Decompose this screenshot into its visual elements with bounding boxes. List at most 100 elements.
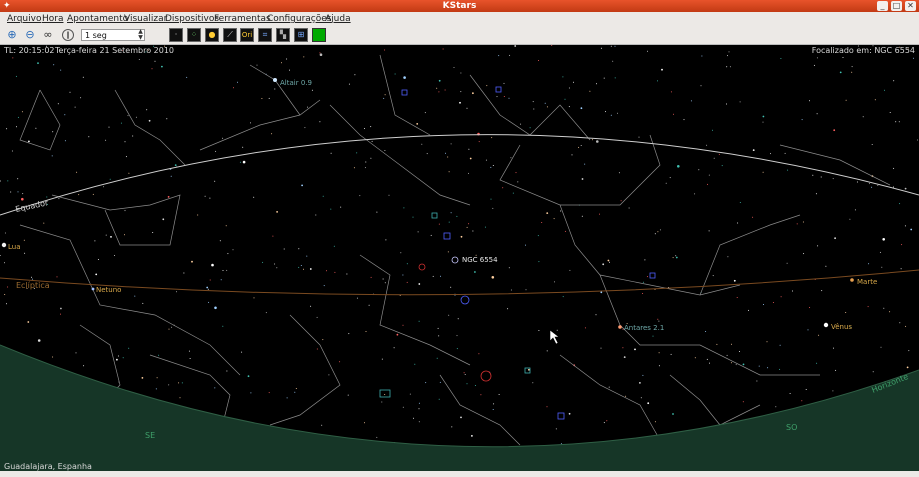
close-button[interactable]: ✕ <box>905 1 916 11</box>
star <box>508 97 510 99</box>
menu-hora[interactable]: Hora <box>42 13 64 25</box>
star <box>879 251 881 253</box>
lua-moon[interactable] <box>1 242 7 248</box>
star <box>658 365 660 367</box>
star <box>295 388 297 389</box>
star <box>480 394 482 396</box>
star <box>52 356 54 358</box>
star <box>152 232 154 233</box>
star <box>532 382 534 384</box>
star <box>553 218 555 220</box>
star <box>578 146 580 148</box>
menu-visualizar[interactable]: Visualizar <box>124 13 167 25</box>
star <box>825 265 827 267</box>
maximize-button[interactable]: □ <box>891 1 902 11</box>
star <box>893 167 895 169</box>
star <box>82 76 84 78</box>
constellation-boundaries-toggle-icon[interactable]: ⌗ <box>258 28 272 42</box>
star <box>581 178 584 180</box>
star <box>510 289 512 291</box>
star <box>654 233 656 235</box>
star <box>555 428 557 430</box>
star <box>6 128 8 130</box>
status-bar <box>0 471 919 477</box>
star <box>512 192 514 194</box>
star <box>644 259 646 261</box>
star <box>78 194 80 196</box>
star <box>779 344 781 346</box>
star <box>438 91 440 93</box>
star <box>893 186 894 188</box>
star <box>307 106 309 108</box>
star <box>779 368 781 370</box>
menu-apontamento[interactable]: Apontamento <box>67 13 128 25</box>
constellation-names-toggle-icon[interactable]: Ori <box>240 28 254 42</box>
star <box>426 153 428 155</box>
star <box>474 271 476 273</box>
star <box>11 150 13 152</box>
pause-clock-icon[interactable]: ‖ <box>62 29 74 41</box>
menu-dispositivos[interactable]: Dispositivos <box>165 13 219 25</box>
star <box>600 47 602 49</box>
star <box>124 141 126 143</box>
time-step-spin-arrows-icon[interactable]: ▲ ▼ <box>136 29 145 41</box>
star <box>460 72 462 74</box>
star <box>155 388 157 390</box>
star <box>818 334 820 336</box>
star <box>758 365 760 367</box>
star <box>469 157 472 160</box>
star <box>496 96 498 98</box>
star <box>460 235 463 238</box>
binoculars-icon[interactable]: ∞ <box>41 28 55 42</box>
star <box>17 178 19 180</box>
star <box>856 181 858 183</box>
constellation-lines-toggle-icon[interactable]: ⟋ <box>223 28 237 42</box>
deep-sky-toggle-icon[interactable]: ⁘ <box>187 28 201 42</box>
minimize-button[interactable]: _ <box>877 1 888 11</box>
menu-configuracoes[interactable]: Configurações <box>267 13 331 25</box>
star <box>646 276 648 278</box>
zoom-in-icon[interactable]: ⊕ <box>5 28 19 42</box>
star <box>132 135 134 137</box>
star <box>94 240 96 242</box>
star <box>191 260 193 263</box>
star <box>253 196 255 198</box>
solar-system-toggle-icon[interactable]: ● <box>205 28 219 42</box>
star <box>447 251 449 253</box>
star <box>383 97 385 99</box>
star <box>862 116 864 118</box>
menu-ajuda[interactable]: Ajuda <box>325 13 351 25</box>
star <box>247 375 250 378</box>
star <box>256 64 258 66</box>
menu-arquivo[interactable]: Arquivo <box>7 13 41 25</box>
ground-toggle-icon[interactable] <box>312 28 326 42</box>
coordinate-grid-toggle-icon[interactable]: ⊞ <box>294 28 308 42</box>
star <box>418 402 420 404</box>
star <box>595 314 597 316</box>
star <box>772 302 774 303</box>
milky-way-toggle-icon[interactable]: ▚ <box>276 28 290 42</box>
star <box>498 394 500 395</box>
sky-map[interactable]: Altair 0.9 Equador Lua Eclíptica Netuno … <box>0 45 919 477</box>
antares-star[interactable] <box>618 325 622 329</box>
star <box>178 382 180 384</box>
star <box>620 200 622 202</box>
star <box>491 137 493 139</box>
marte-planet[interactable] <box>850 278 854 282</box>
focus-label: Focalizado em: NGC 6554 <box>811 46 915 55</box>
zoom-out-icon[interactable]: ⊖ <box>23 28 37 42</box>
altair-star[interactable] <box>273 78 277 82</box>
star <box>603 77 605 79</box>
menu-ferramentas[interactable]: Ferramentas <box>214 13 271 25</box>
venus-planet[interactable] <box>823 322 829 328</box>
star <box>364 422 365 424</box>
stars-toggle-icon[interactable]: · <box>169 28 183 42</box>
star <box>64 114 66 116</box>
netuno-planet[interactable] <box>91 287 95 291</box>
star <box>833 129 836 132</box>
star <box>849 218 851 220</box>
star <box>403 207 405 209</box>
star <box>517 181 519 183</box>
star <box>625 395 627 397</box>
star <box>233 87 234 89</box>
